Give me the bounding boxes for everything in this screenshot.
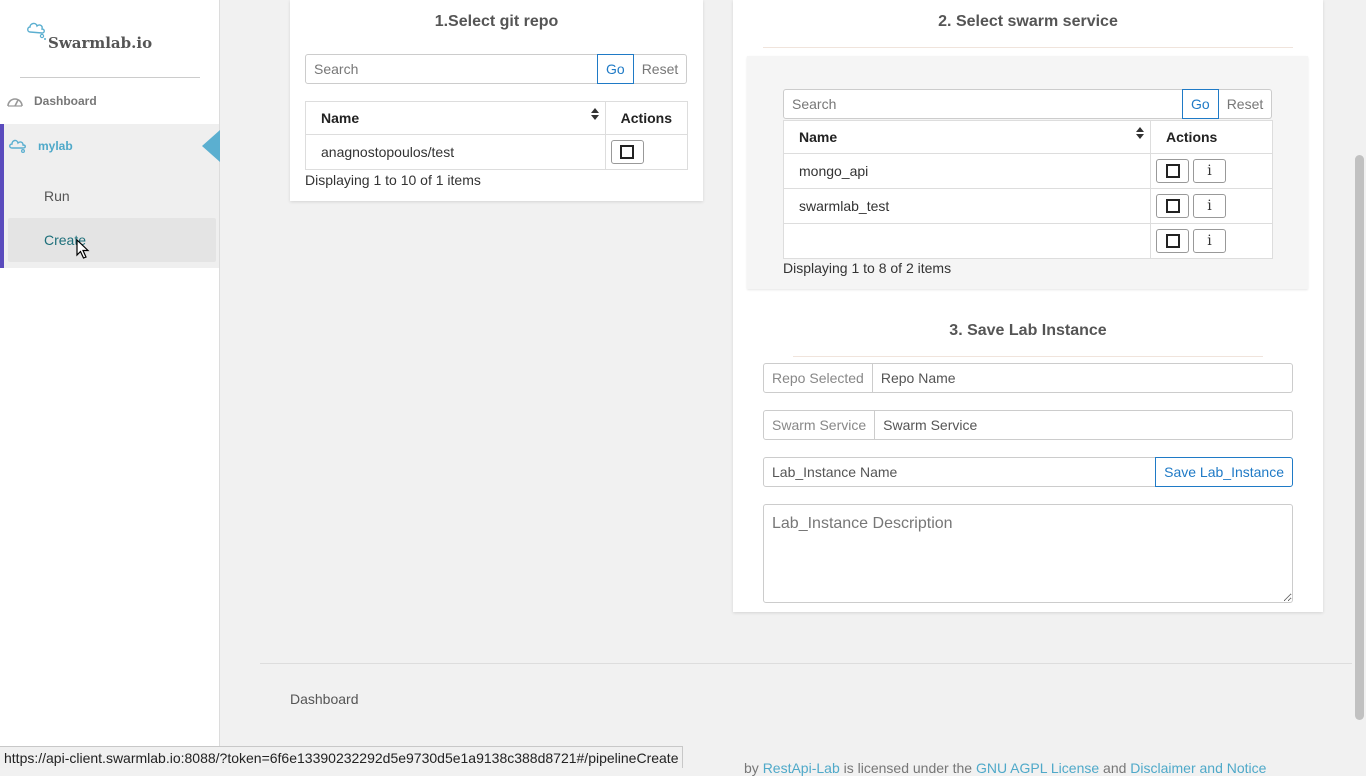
brand[interactable]: Swarmlab.io — [26, 20, 152, 54]
sort-icon — [1136, 127, 1144, 139]
sidebar-divider — [20, 77, 200, 78]
swarm-service-panel: 2. Select swarm service Go Reset Name Ac… — [733, 0, 1323, 612]
actions-cell — [604, 134, 689, 170]
save-lab-instance-button[interactable]: Save Lab_Instance — [1155, 457, 1293, 487]
git-repo-search: Go Reset — [305, 54, 688, 84]
info-button[interactable]: i — [1193, 229, 1226, 253]
column-header-name[interactable]: Name — [305, 101, 606, 135]
sidebar-item-label: Dashboard — [34, 94, 97, 108]
service-name-cell — [783, 223, 1151, 259]
checkbox-icon — [620, 145, 635, 159]
sidebar-item-create-highlight — [8, 218, 216, 262]
cloud-icon — [9, 139, 26, 154]
lab-instance-description-input[interactable] — [763, 504, 1293, 603]
git-repo-panel: 1.Select git repo Go Reset Name Actions … — [290, 0, 703, 201]
pagination-info: Displaying 1 to 8 of 2 items — [783, 260, 952, 276]
sidebar-item-label: mylab — [38, 139, 73, 153]
info-icon: i — [1207, 163, 1212, 179]
go-button[interactable]: Go — [1182, 89, 1219, 119]
actions-cell: i — [1150, 223, 1273, 259]
divider — [793, 356, 1263, 357]
sort-icon — [590, 108, 599, 120]
repo-name-cell: anagnostopoulos/test — [305, 134, 606, 170]
table-row: swarmlab_test i — [783, 188, 1273, 224]
info-icon: i — [1207, 198, 1212, 214]
active-indicator-arrow — [202, 130, 220, 162]
swarm-service-box: Go Reset Name Actions mongo_api i — [747, 56, 1308, 289]
checkbox-icon — [1165, 234, 1180, 248]
panel-title: 1.Select git repo — [434, 13, 559, 30]
cloud-icon — [27, 22, 46, 40]
swarm-service-group: Swarm Service — [763, 410, 1293, 440]
table-row: anagnostopoulos/test — [305, 134, 689, 170]
select-service-button[interactable] — [1156, 194, 1189, 218]
reset-button[interactable]: Reset — [1217, 89, 1273, 119]
footer-license-text: by RestApi-Lab is licensed under the GNU… — [744, 760, 1267, 776]
info-icon: i — [1207, 233, 1212, 249]
go-button[interactable]: Go — [597, 54, 634, 84]
table-row: mongo_api i — [783, 153, 1273, 189]
select-service-button[interactable] — [1156, 159, 1189, 183]
sidebar: Swarmlab.io Dashboard mylab Run Create — [0, 0, 220, 768]
search-input[interactable] — [783, 89, 1183, 119]
sidebar-group-mylab: mylab Run Create — [0, 124, 220, 268]
lab-instance-name-input[interactable] — [763, 457, 1157, 487]
column-header-name[interactable]: Name — [783, 120, 1151, 154]
footer-divider — [260, 663, 1366, 664]
repo-name-input[interactable] — [872, 363, 1293, 393]
search-input[interactable] — [305, 54, 598, 84]
footer-link[interactable]: Disclaimer and Notice — [1130, 760, 1266, 776]
actions-cell: i — [1150, 153, 1273, 189]
swarm-service-search: Go Reset — [783, 89, 1273, 119]
table-row: i — [783, 223, 1273, 259]
select-repo-button[interactable] — [610, 140, 644, 164]
column-header-actions: Actions — [1150, 120, 1273, 154]
git-repo-table: Name Actions anagnostopoulos/test — [305, 101, 689, 170]
sidebar-item-mylab[interactable]: mylab — [4, 124, 220, 168]
footer-link[interactable]: GNU AGPL License — [976, 760, 1099, 776]
brand-name: Swarmlab.io — [48, 34, 153, 52]
status-bar-url: https://api-client.swarmlab.io:8088/?tok… — [0, 746, 684, 768]
scrollbar-thumb[interactable] — [1355, 155, 1364, 720]
column-header-actions: Actions — [604, 101, 689, 135]
actions-cell: i — [1150, 188, 1273, 224]
swarm-service-input[interactable] — [875, 410, 1293, 440]
panel-title: 2. Select swarm service — [938, 13, 1118, 30]
swarm-service-table: Name Actions mongo_api i swarmlab_test i… — [783, 120, 1273, 259]
pagination-info: Displaying 1 to 10 of 1 items — [305, 172, 481, 188]
info-button[interactable]: i — [1193, 159, 1226, 183]
footer-link[interactable]: RestApi-Lab — [763, 760, 840, 776]
divider — [763, 47, 1293, 48]
repo-selected-group: Repo Selected — [763, 363, 1293, 393]
repo-selected-addon: Repo Selected — [763, 363, 873, 393]
footer-dashboard-link[interactable]: Dashboard — [290, 691, 359, 707]
dashboard-gauge-icon — [7, 98, 23, 107]
panel-title: 3. Save Lab Instance — [949, 322, 1107, 339]
checkbox-icon — [1165, 199, 1180, 213]
swarm-service-addon: Swarm Service — [763, 410, 876, 440]
info-button[interactable]: i — [1193, 194, 1226, 218]
reset-button[interactable]: Reset — [632, 54, 688, 84]
mouse-pointer-icon — [76, 239, 90, 259]
service-name-cell: mongo_api — [783, 153, 1151, 189]
lab-instance-name-group: Save Lab_Instance — [763, 457, 1293, 487]
select-service-button[interactable] — [1156, 229, 1189, 253]
sidebar-item-run[interactable]: Run — [44, 188, 70, 204]
service-name-cell: swarmlab_test — [783, 188, 1151, 224]
checkbox-icon — [1165, 164, 1180, 178]
sidebar-item-dashboard[interactable]: Dashboard — [0, 88, 219, 114]
page-scrollbar[interactable] — [1352, 0, 1366, 768]
